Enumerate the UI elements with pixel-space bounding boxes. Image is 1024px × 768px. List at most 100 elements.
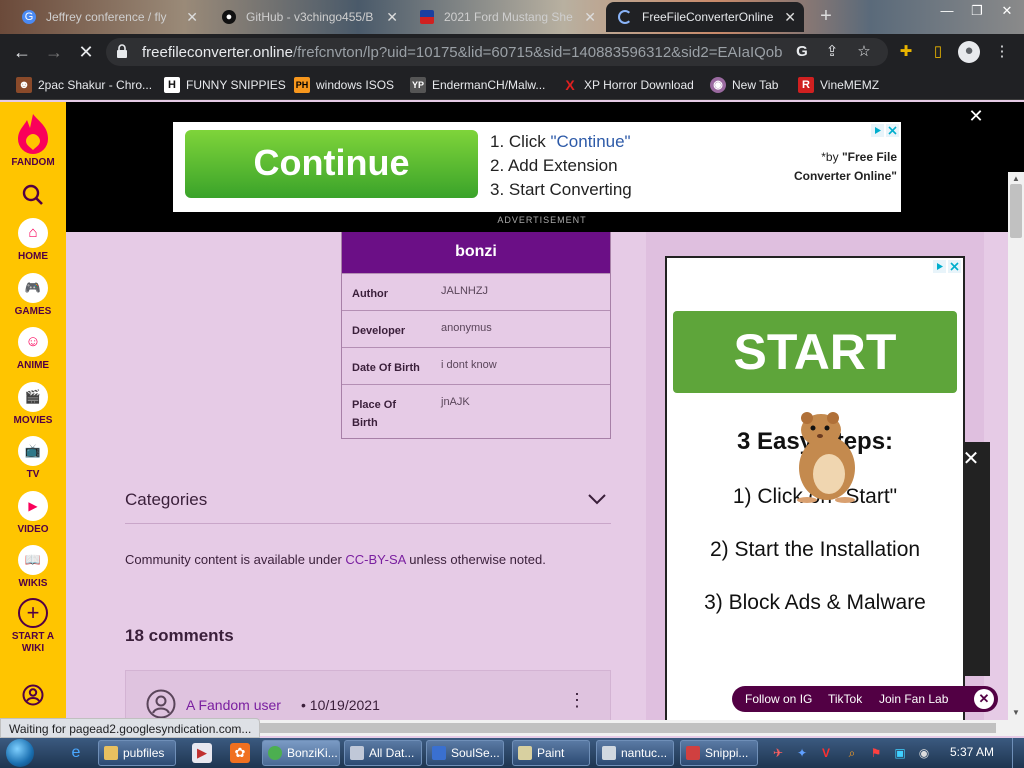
bookmark-item[interactable]: R VineMEMZ	[798, 76, 879, 94]
bookmark-item[interactable]: ◉ New Tab	[710, 76, 778, 94]
flag-icon[interactable]: ⚑	[868, 745, 884, 761]
rail-item-games[interactable]: 🎮 GAMES	[0, 273, 66, 317]
avatar[interactable]	[146, 689, 176, 719]
internet-explorer-icon[interactable]: e	[66, 743, 86, 763]
bookmark-item[interactable]: H FUNNY SNIPPIES	[164, 76, 286, 94]
adchoices-icon[interactable]	[871, 124, 899, 137]
infobox-value: i dont know	[441, 359, 497, 371]
tray-app-icon[interactable]: ✈	[770, 745, 786, 761]
rail-item-tv[interactable]: 📺 TV	[0, 436, 66, 480]
scrollbar-thumb[interactable]	[1010, 184, 1022, 238]
ad-advertiser: *by "Free File Converter Online"	[767, 148, 897, 186]
bookmark-item[interactable]: YP EndermanCH/Malw...	[410, 76, 545, 94]
taskbar-item-soulseek[interactable]: SoulSe...	[426, 740, 504, 766]
follow-ig-link[interactable]: Follow on IG	[745, 692, 812, 706]
comment-author-link[interactable]: A Fandom user	[186, 697, 281, 713]
share-icon[interactable]: ⇪	[822, 42, 842, 62]
bookmark-star-icon[interactable]: ☆	[854, 42, 874, 62]
bookmark-label: windows ISOS	[316, 78, 395, 92]
close-icon[interactable]: ✕	[960, 448, 982, 470]
tiktok-link[interactable]: TikTok	[828, 692, 862, 706]
top-banner-ad[interactable]: Continue 1. Click "Continue" 2. Add Exte…	[173, 122, 901, 212]
join-fan-lab-link[interactable]: Join Fan Lab	[879, 692, 948, 706]
infobox-value: jnAJK	[441, 396, 470, 408]
tab-3[interactable]: 2021 Ford Mustang She ✕	[408, 2, 604, 32]
taskbar-item-all-data[interactable]: All Dat...	[344, 740, 422, 766]
forward-arrow-icon[interactable]: →	[42, 40, 66, 64]
tab-4-active[interactable]: FreeFileConverterOnline ✕	[606, 2, 804, 32]
h-icon: H	[164, 77, 180, 93]
tray-v-icon[interactable]: V	[818, 745, 834, 761]
network-icon[interactable]: ▣	[892, 745, 908, 761]
adchoices-icon[interactable]	[933, 260, 961, 273]
lock-icon[interactable]	[116, 44, 128, 58]
volume-icon[interactable]: ◉	[916, 745, 932, 761]
restore-icon[interactable]: ❐	[962, 0, 992, 26]
stop-loading-icon[interactable]: ✕	[74, 40, 98, 64]
infobox-title: bonzi	[342, 227, 610, 273]
close-icon[interactable]: ✕	[584, 2, 596, 32]
rail-item-wikis[interactable]: 📖 WIKIS	[0, 545, 66, 589]
more-menu-icon[interactable]: ⋮	[992, 42, 1012, 62]
search-button[interactable]	[0, 184, 66, 206]
rail-item-movies[interactable]: 🎬 MOVIES	[0, 382, 66, 426]
user-account-button[interactable]	[0, 684, 66, 706]
fandom-logo[interactable]: FANDOM	[0, 112, 66, 168]
back-arrow-icon[interactable]: ←	[10, 40, 34, 64]
task-label: Snippi...	[705, 746, 749, 760]
tab-strip: G Jeffrey conference / fly ✕ ● GitHub - …	[0, 0, 1024, 34]
vertical-scrollbar[interactable]	[1008, 172, 1024, 720]
show-desktop-button[interactable]	[1012, 738, 1024, 768]
address-bar[interactable]: freefileconverter.online/frefcnvton/lp?u…	[106, 38, 888, 66]
infobox-label: Author	[352, 288, 389, 300]
taskbar-item-bonziki[interactable]: BonziKi...	[262, 740, 340, 766]
github-icon: ●	[222, 10, 236, 24]
start-a-wiki-button[interactable]: + START A WIKI	[0, 598, 66, 654]
tab-1[interactable]: G Jeffrey conference / fly ✕	[10, 2, 206, 32]
bookmark-item[interactable]: X XP Horror Download	[562, 76, 694, 94]
rail-item-video[interactable]: ▶ VIDEO	[0, 491, 66, 535]
license-link[interactable]: CC-BY-SA	[345, 552, 405, 567]
tray-app-icon[interactable]: ✦	[794, 745, 810, 761]
bookmark-item[interactable]: PH windows ISOS	[294, 76, 394, 94]
media-player-icon[interactable]: ▶	[192, 743, 212, 763]
tray-search-icon[interactable]: ⌕	[844, 745, 860, 761]
ad-continue-button[interactable]: Continue	[185, 130, 478, 198]
comment-date-value: 10/19/2021	[309, 697, 380, 713]
paint-palette-icon[interactable]: ✿	[230, 743, 250, 763]
rail-item-home[interactable]: ⌂ HOME	[0, 218, 66, 262]
system-clock[interactable]: 5:37 AM	[950, 745, 994, 759]
taskbar-item-snipping[interactable]: Snippi...	[680, 740, 758, 766]
google-lens-icon[interactable]: G	[792, 42, 812, 62]
minimize-icon[interactable]: —	[932, 0, 962, 26]
taskbar-item-paint[interactable]: Paint	[512, 740, 590, 766]
scroll-down-arrow-icon[interactable]: ▼	[1008, 706, 1024, 720]
ad-step-3: 3) Block Ads & Malware	[704, 591, 926, 614]
rail-item-anime[interactable]: ☺ ANIME	[0, 327, 66, 371]
side-panel-icon[interactable]: ▯	[928, 42, 948, 62]
ad-start-button[interactable]: START	[673, 311, 957, 393]
plus-icon: +	[18, 598, 48, 628]
categories-toggle[interactable]: Categories	[125, 484, 611, 524]
close-icon[interactable]: ✕	[386, 2, 398, 32]
profile-avatar-icon[interactable]: ●	[958, 41, 980, 63]
right-rail-ad[interactable]: START 3 Easy Steps: 1) Click on "Start" …	[665, 256, 965, 720]
taskbar-item-pubfiles[interactable]: pubfiles	[98, 740, 176, 766]
paint-icon	[518, 746, 532, 760]
comment-date: • 10/19/2021	[301, 697, 380, 713]
close-icon[interactable]: ✕	[966, 106, 986, 126]
taskbar-item-notepad[interactable]: nantuc...	[596, 740, 674, 766]
home-icon: ⌂	[18, 218, 48, 248]
more-options-icon[interactable]: ⋮	[568, 691, 586, 709]
bookmark-item[interactable]: ☻ 2pac Shakur - Chro...	[16, 76, 152, 94]
start-button[interactable]	[6, 739, 34, 767]
close-icon[interactable]: ✕	[784, 2, 796, 32]
close-icon[interactable]: ✕	[186, 2, 198, 32]
url-text[interactable]: freefileconverter.online/frefcnvton/lp?u…	[142, 44, 782, 61]
close-icon[interactable]: ✕	[974, 689, 994, 709]
extensions-icon[interactable]: ✚	[896, 42, 916, 62]
tab-2[interactable]: ● GitHub - v3chingo455/B ✕	[210, 2, 406, 32]
window-close-icon[interactable]: ✕	[992, 0, 1022, 26]
task-label: BonziKi...	[287, 746, 338, 760]
new-tab-button[interactable]: +	[814, 4, 838, 28]
